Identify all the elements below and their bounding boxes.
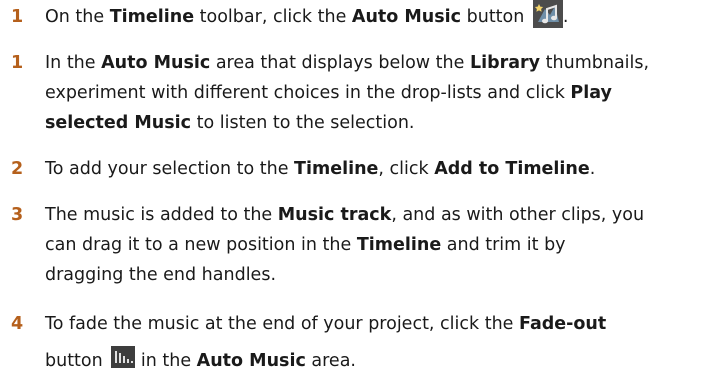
ui-term: Play [570,83,612,103]
ui-term: Timeline [294,159,379,179]
ui-term: Library [469,53,541,73]
ui-term: Add to Timeline [434,159,590,179]
step-number: 2 [11,159,24,179]
ui-term: Fade-out [519,314,607,334]
step-number: 4 [11,314,24,334]
step-text: In the Auto Music area that displays bel… [45,53,650,133]
step-text: The music is added to the Music track, a… [45,205,645,285]
step-number: 1 [11,53,24,73]
ui-term: Auto Music [351,7,462,27]
ui-term: Music track [277,205,392,225]
step-text: To fade the music at the end of your pro… [45,314,607,371]
instruction-steps: 1 On the Timeline toolbar, click the Aut… [0,0,716,376]
auto-music-icon [532,0,563,28]
ui-term: Timeline [356,235,442,255]
step-number: 3 [11,205,24,225]
ui-term: Auto Music [196,351,306,371]
ui-term: Auto Music [101,53,211,73]
fade-out-icon [111,346,136,368]
step-number: 1 [11,7,24,27]
ui-term: selected Music [45,113,192,133]
step-text: To add your selection to the Timeline, c… [45,159,596,179]
step-text: On the Timeline toolbar, click the Auto … [45,0,710,32]
ui-term: Timeline [109,7,195,27]
